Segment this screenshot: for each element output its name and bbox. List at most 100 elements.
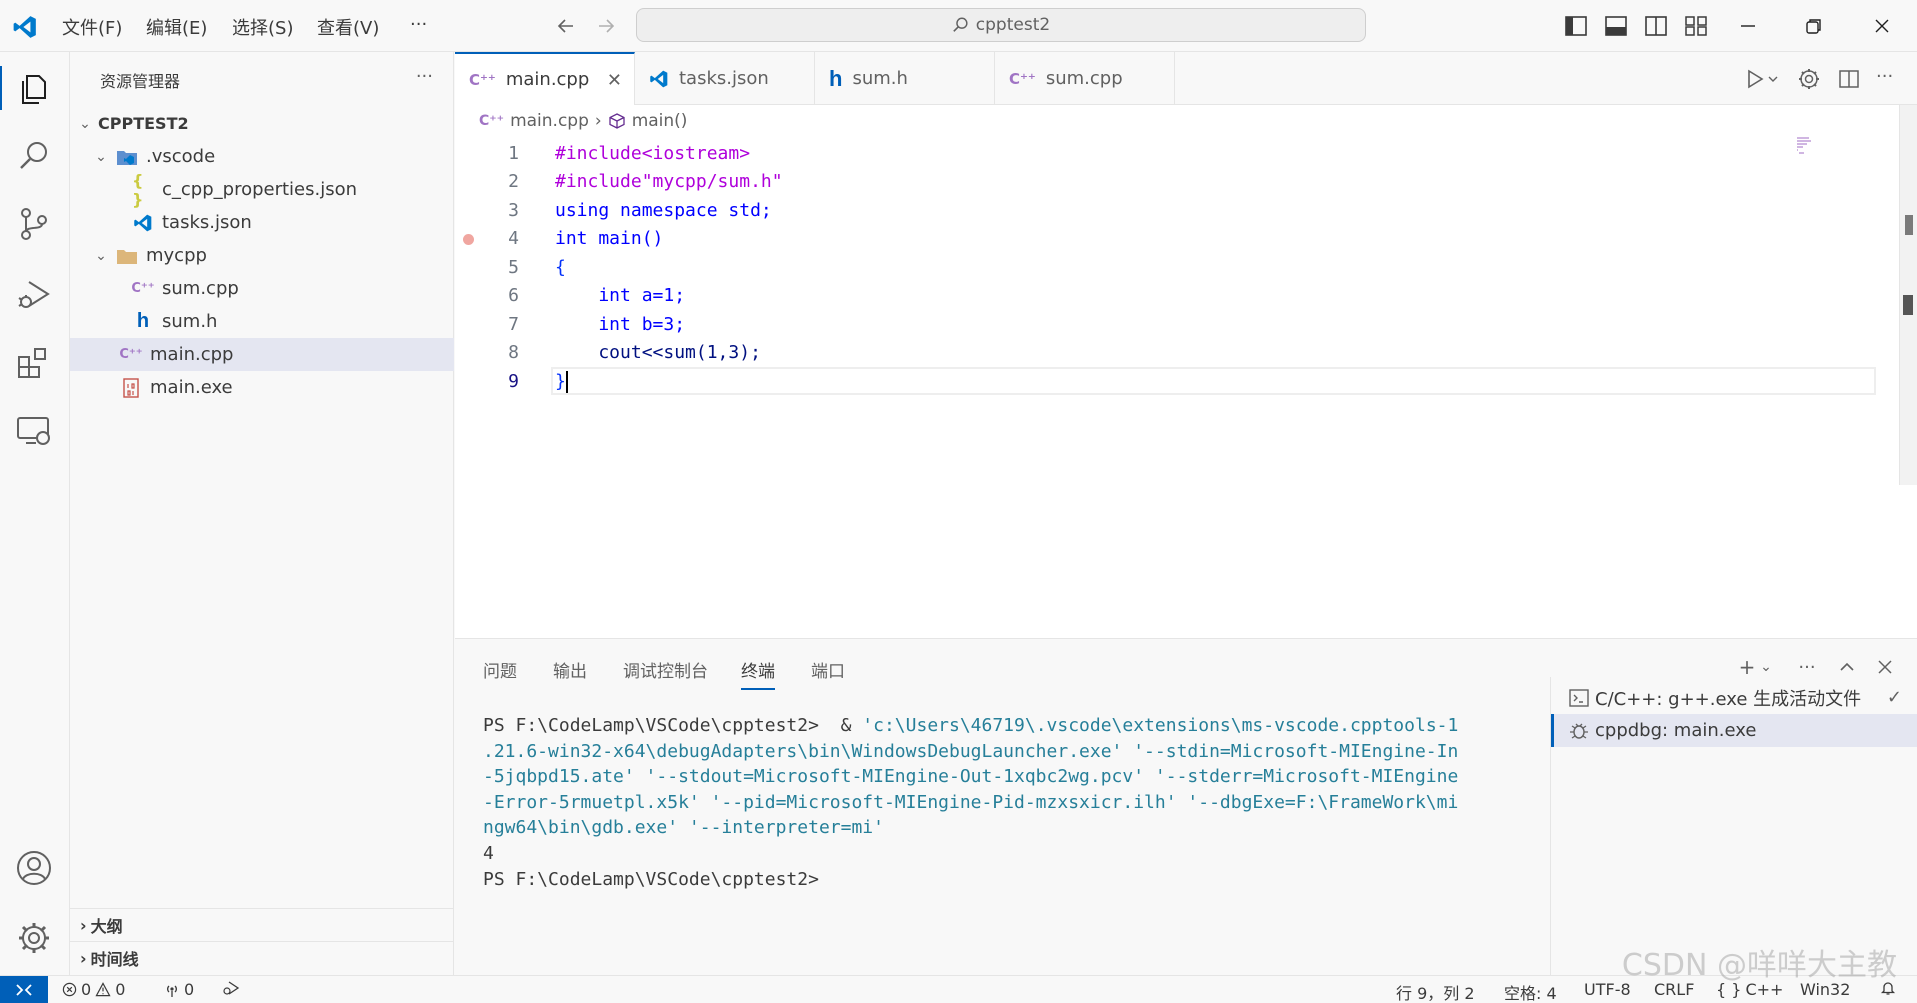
tab-terminal[interactable]: 终端: [741, 657, 775, 690]
tab-label: tasks.json: [679, 68, 769, 89]
minimize-icon[interactable]: [1734, 12, 1762, 40]
error-count: 0: [81, 980, 92, 999]
manage-gear-icon[interactable]: [14, 918, 54, 958]
tab-main-cpp[interactable]: C⁺⁺ main.cpp ✕: [455, 52, 635, 105]
minimap[interactable]: [1795, 135, 1817, 159]
tab-output[interactable]: 输出: [553, 657, 587, 688]
line-number: 3: [508, 199, 519, 221]
line-number: 7: [508, 313, 519, 335]
menu-file[interactable]: 文件(F): [62, 14, 122, 40]
line-number: 8: [508, 342, 519, 364]
outline-section-label: 大纲: [90, 917, 123, 936]
problems-status[interactable]: 0 0: [62, 980, 125, 999]
tree-item-main-exe[interactable]: main.exe: [70, 371, 454, 404]
command-center-search[interactable]: cpptest2: [636, 8, 1366, 42]
customize-layout-icon[interactable]: [1682, 12, 1710, 40]
tab-label: sum.h: [852, 68, 908, 89]
tab-ports[interactable]: 端口: [811, 657, 845, 688]
chevron-down-icon[interactable]: ⌄: [1759, 655, 1773, 679]
command-center-text: cpptest2: [975, 15, 1051, 35]
maximize-panel-icon[interactable]: [1835, 655, 1859, 679]
new-terminal-plus-icon[interactable]: +: [1735, 655, 1759, 679]
tree-item-mycpp-folder[interactable]: ⌄ mycpp: [70, 239, 454, 272]
explorer-icon[interactable]: [14, 68, 54, 108]
menu-more[interactable]: ···: [410, 14, 427, 35]
run-debug-icon[interactable]: [14, 274, 54, 314]
terminal-program-output: 4: [483, 842, 494, 864]
breadcrumb-symbol[interactable]: main(): [632, 111, 688, 131]
remote-indicator[interactable]: [0, 976, 48, 1003]
terminal-instance-debug[interactable]: cppdbg: main.exe: [1551, 714, 1917, 747]
gear-icon[interactable]: [1796, 66, 1822, 92]
cpp-icon: C⁺⁺: [119, 347, 143, 362]
line-number: 5: [508, 256, 519, 278]
terminal-instance-build[interactable]: C/C++: g++.exe 生成活动文件 ✓: [1551, 681, 1917, 714]
cpp-icon: C⁺⁺: [1009, 69, 1036, 88]
back-arrow-icon[interactable]: [552, 12, 580, 40]
close-window-icon[interactable]: [1868, 12, 1896, 40]
tree-item-label: sum.h: [162, 311, 218, 332]
terminal-output[interactable]: PS F:\CodeLamp\VSCode\cpptest2> & 'c:\Us…: [483, 713, 1483, 892]
vertical-scrollbar[interactable]: [1899, 105, 1917, 485]
source-control-icon[interactable]: [14, 204, 54, 244]
menu-selection[interactable]: 选择(S): [232, 14, 293, 40]
activity-bar: [0, 52, 70, 975]
ports-status[interactable]: 0: [164, 980, 194, 999]
code-editor[interactable]: C⁺⁺ main.cpp › main() 1 #include<iostrea…: [455, 105, 1917, 638]
workspace-root[interactable]: ⌄ CPPTEST2: [70, 107, 454, 140]
outline-section[interactable]: › 大纲: [70, 908, 454, 941]
code-text: cout<<sum(1,3);: [555, 342, 761, 364]
timeline-section-label: 时间线: [90, 950, 139, 969]
remote-explorer-icon[interactable]: [14, 410, 54, 450]
tab-tasks-json[interactable]: tasks.json: [635, 52, 815, 105]
code-line: 6 int a=1;: [455, 282, 1855, 311]
header-icon: h: [829, 65, 843, 91]
toggle-secondary-sidebar-icon[interactable]: [1642, 12, 1670, 40]
active-view-indicator: [0, 66, 2, 110]
forward-arrow-icon[interactable]: [592, 12, 620, 40]
terminal-prompt: PS F:\CodeLamp\VSCode\cpptest2>: [483, 868, 819, 890]
scrollbar-thumb[interactable]: [1905, 215, 1913, 235]
tree-item-vscode-folder[interactable]: ⌄ .vscode: [70, 140, 454, 173]
more-actions-icon[interactable]: ···: [1876, 66, 1902, 92]
more-actions-icon[interactable]: ···: [1795, 655, 1819, 679]
tree-item-sum-cpp[interactable]: C⁺⁺ sum.cpp: [70, 272, 454, 305]
restore-icon[interactable]: [1800, 12, 1828, 40]
close-icon[interactable]: ✕: [607, 70, 622, 91]
cursor-position[interactable]: 行 9，列 2: [1396, 980, 1475, 1003]
code-line: 4 int main(): [455, 225, 1855, 254]
scrollbar-cursor-marker: [1903, 295, 1913, 315]
close-panel-icon[interactable]: [1873, 655, 1897, 679]
line-number: 2: [508, 171, 519, 193]
tab-problems[interactable]: 问题: [483, 657, 517, 688]
run-file-icon[interactable]: [1742, 66, 1768, 92]
toggle-primary-sidebar-icon[interactable]: [1562, 12, 1590, 40]
menu-edit[interactable]: 编辑(E): [146, 14, 207, 40]
tree-item-c-cpp-properties[interactable]: { } c_cpp_properties.json: [70, 171, 454, 209]
toggle-panel-icon[interactable]: [1602, 12, 1630, 40]
terminal-instance-label: C/C++: g++.exe 生成活动文件: [1595, 688, 1862, 710]
tree-item-label: tasks.json: [162, 212, 252, 233]
binary-icon: [120, 377, 142, 399]
timeline-section[interactable]: › 时间线: [70, 941, 454, 974]
search-view-icon[interactable]: [14, 136, 54, 176]
tab-sum-cpp[interactable]: C⁺⁺ sum.cpp: [995, 52, 1175, 105]
breadcrumb-file[interactable]: main.cpp: [510, 111, 589, 131]
extensions-icon[interactable]: [14, 342, 54, 382]
chevron-down-icon[interactable]: [1766, 66, 1782, 92]
indentation[interactable]: 空格: 4: [1504, 980, 1557, 1003]
menu-view[interactable]: 查看(V): [317, 14, 379, 40]
split-editor-icon[interactable]: [1836, 66, 1862, 92]
debug-icon: [1569, 721, 1589, 741]
tab-sum-h[interactable]: h sum.h: [815, 52, 995, 105]
tree-item-tasks-json[interactable]: tasks.json: [70, 206, 454, 239]
tree-item-main-cpp[interactable]: C⁺⁺ main.cpp: [70, 338, 454, 371]
sidebar-more-button[interactable]: ···: [416, 66, 433, 87]
debug-launch-icon[interactable]: [222, 980, 240, 996]
tree-item-sum-h[interactable]: h sum.h: [70, 305, 454, 338]
bottom-panel: 问题 输出 调试控制台 终端 端口 + ⌄ ··· PS F:\CodeLamp…: [455, 638, 1917, 976]
code-line: 2 #include"mycpp/sum.h": [455, 168, 1855, 197]
code-text: int a=1;: [555, 285, 686, 307]
accounts-icon[interactable]: [14, 848, 54, 888]
tab-debug-console[interactable]: 调试控制台: [623, 657, 708, 688]
